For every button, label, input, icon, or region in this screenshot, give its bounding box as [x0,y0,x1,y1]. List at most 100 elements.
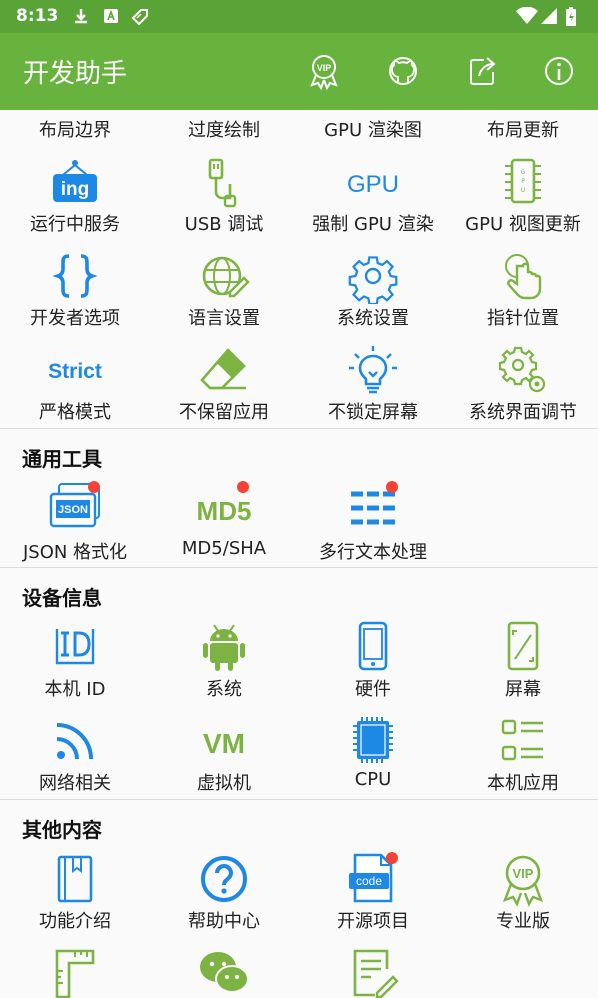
item-label: 专业版 [496,911,550,932]
gears-icon [498,346,546,393]
system-settings-item[interactable]: 系统设置 [298,246,448,336]
item-label: 系统界面调节 [469,402,577,423]
help-center-item[interactable]: 帮助中心 [149,849,299,939]
device-row-1: 本机 ID 系统 硬件 屏幕 [0,617,598,707]
item-label: 布局更新 [487,120,559,141]
item-label: 系统 [206,679,242,700]
feedback-item[interactable] [298,943,448,998]
pointer-location-item[interactable]: 指针位置 [448,246,598,336]
other-row-1: 功能介绍 帮助中心 code 开源项目 VIP 专业版 [0,849,598,939]
item-label: 指针位置 [487,308,559,329]
item-label: 帮助中心 [188,911,260,932]
json-format-item[interactable]: JSON JSON 格式化 [0,478,150,568]
dev-row-3: Strict 严格模式 不保留应用 不锁定屏幕 系统界面调节 [0,340,598,430]
divider [0,799,598,800]
installed-apps-item[interactable]: 本机应用 [448,711,598,801]
id-card-icon [55,629,95,665]
usb-debug-item[interactable]: USB 调试 [149,152,299,242]
globe-edit-icon [202,256,250,298]
usb-icon [208,158,237,208]
help-icon [201,856,247,902]
dont-keep-activities-item[interactable]: 不保留应用 [149,340,299,430]
hardware-item[interactable]: 硬件 [298,617,448,707]
strict-mode-item[interactable]: Strict 严格模式 [0,340,150,430]
device-id-item[interactable]: 本机 ID [0,617,150,707]
gpu-view-update-item[interactable]: GPU GPU 视图更新 [448,152,598,242]
cpu-chip-icon [353,717,393,763]
new-badge-dot [237,481,249,493]
item-label: 网络相关 [39,773,111,794]
divider [0,428,598,429]
new-badge-dot [386,852,398,864]
info-icon[interactable] [540,52,578,90]
item-label: 强制 GPU 渲染 [312,214,434,235]
wechat-icon [200,952,249,993]
cpu-item[interactable]: CPU [298,711,448,801]
network-item[interactable]: 网络相关 [0,711,150,801]
item-label: 不保留应用 [179,402,269,423]
braces-icon [52,254,98,298]
device-row-2: 网络相关 VM 虚拟机 CPU 本机应用 [0,711,598,801]
github-icon[interactable] [384,52,422,90]
battery-icon [566,7,576,26]
ing-icon: ing [53,160,97,202]
item-label: 布局边界 [39,120,111,141]
section-title-other: 其他内容 [22,818,102,842]
new-badge-dot [88,481,100,493]
page-title: 开发助手 [23,59,128,89]
item-label: 多行文本处理 [319,542,427,563]
screen-item[interactable]: 屏幕 [448,617,598,707]
features-item[interactable]: 功能介绍 [0,849,150,939]
md5-sha-item[interactable]: MD5 MD5/SHA [149,478,299,568]
item-label: 严格模式 [39,402,111,423]
developer-options-item[interactable]: 开发者选项 [0,246,150,336]
share-icon[interactable] [463,52,501,90]
running-services-item[interactable]: ing 运行中服务 [0,152,150,242]
vip-medal-icon: VIP [502,855,544,907]
svg-text:G: G [521,169,526,176]
dev-row-1: ing 运行中服务 USB 调试 GPU 强制 GPU 渲染 GPU GPU 视… [0,152,598,242]
item-label: USB 调试 [184,214,264,235]
item-label: 开源项目 [337,911,409,932]
vip-badge-icon[interactable]: VIP [305,52,343,90]
ruler-item[interactable] [0,943,150,998]
svg-text:MD5: MD5 [197,496,252,526]
gpu-chip-icon: GPU [505,158,541,204]
gpu-text-icon: GPU [347,171,399,198]
phone-icon [358,621,388,671]
system-item[interactable]: 系统 [149,617,299,707]
system-ui-tuner-item[interactable]: 系统界面调节 [448,340,598,430]
open-source-item[interactable]: code 开源项目 [298,849,448,939]
wechat-item[interactable] [149,943,299,998]
strict-text-icon: Strict [48,360,102,383]
item-label: GPU 渲染图 [324,120,422,141]
screen-icon [507,621,539,671]
svg-text:VIP: VIP [513,866,534,881]
wifi-icon [516,7,538,24]
item-label: 开发者选项 [30,308,120,329]
other-row-2 [0,943,598,998]
pro-version-item[interactable]: VIP 专业版 [448,849,598,939]
multiline-text-item[interactable]: 多行文本处理 [298,478,448,568]
vm-item[interactable]: VM 虚拟机 [149,711,299,801]
item-label: 运行中服务 [30,214,120,235]
force-gpu-item[interactable]: GPU 强制 GPU 渲染 [298,152,448,242]
item-label: GPU 视图更新 [465,214,581,235]
svg-text:P: P [521,178,525,185]
item-label: 过度绘制 [188,120,260,141]
svg-text:VM: VM [203,728,245,759]
status-bar: 8:13 [0,0,598,33]
vm-text-icon: VM [203,728,245,759]
stay-awake-item[interactable]: 不锁定屏幕 [298,340,448,430]
eraser-icon [200,348,246,390]
section-title-device: 设备信息 [22,586,102,610]
language-settings-item[interactable]: 语言设置 [149,246,299,336]
svg-text:ing: ing [61,179,90,200]
download-icon [75,9,87,24]
divider [0,567,598,568]
app-bar: 开发助手 VIP [0,33,598,110]
item-label: 本机应用 [487,773,559,794]
item-label: 虚拟机 [197,773,251,794]
top-row: 布局边界 过度绘制 GPU 渲染图 布局更新 [0,114,598,144]
svg-text:Strict: Strict [48,360,102,383]
